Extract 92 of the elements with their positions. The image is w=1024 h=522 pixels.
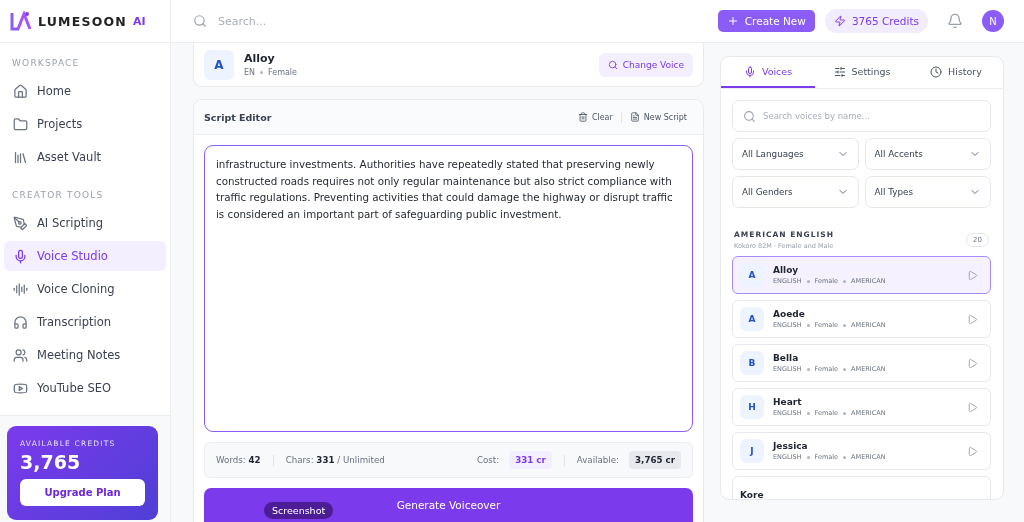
voice-gender: Female — [268, 68, 297, 77]
logo-icon — [10, 11, 32, 31]
voice-list-item[interactable]: Kore — [732, 476, 991, 499]
bell-icon — [947, 13, 963, 29]
brand-suffix: AI — [132, 14, 146, 28]
voice-avatar: H — [740, 395, 764, 419]
nav-item[interactable]: YouTube SEO — [4, 373, 166, 403]
search-icon — [743, 109, 756, 123]
separator-dot — [806, 411, 810, 415]
voice-language: EN — [244, 68, 256, 77]
microphone-icon — [743, 65, 756, 78]
editor-action[interactable]: Clear — [571, 112, 619, 122]
voice-name: Alloy — [244, 52, 276, 65]
create-button[interactable]: Create New — [717, 10, 815, 32]
play-icon — [967, 401, 978, 413]
voice-search-box[interactable]: Search voices by name... — [732, 100, 991, 132]
play-icon — [967, 269, 978, 281]
user-avatar[interactable]: N — [982, 10, 1004, 32]
video-play-icon — [13, 380, 28, 396]
plus-icon — [726, 15, 739, 27]
voice-avatar: J — [740, 439, 764, 463]
voice-avatar: A — [740, 263, 764, 287]
available-label: Available: — [576, 455, 620, 465]
credits-pill[interactable]: 3765 Credits — [824, 9, 928, 33]
separator-dot — [843, 279, 847, 283]
voice-name: Heart — [773, 397, 803, 407]
editor-title: Script Editor — [204, 111, 273, 123]
panel-tab[interactable]: Voices — [721, 57, 815, 88]
filter-dropdown[interactable]: All Accents — [864, 138, 991, 170]
tooltip: Screenshot — [264, 502, 334, 519]
books-icon — [13, 149, 28, 165]
play-icon — [967, 313, 978, 325]
voice-name: Alloy — [773, 265, 800, 275]
voice-avatar: A — [204, 49, 234, 80]
nav-item[interactable]: Asset Vault — [4, 142, 166, 172]
waveform-icon — [13, 281, 28, 297]
separator-dot — [843, 411, 847, 415]
editor-action[interactable]: New Script — [623, 112, 693, 122]
char-count: Chars: 331 / Unlimited — [285, 455, 385, 465]
nav-item[interactable]: AI Scripting — [4, 208, 166, 238]
document-icon — [629, 112, 640, 122]
headphones-icon — [13, 314, 28, 330]
play-icon — [967, 357, 978, 369]
panel-tab[interactable]: Settings — [815, 57, 909, 88]
sliders-icon — [833, 65, 846, 78]
section-title: WORKSPACE — [11, 57, 81, 70]
script-input-field[interactable]: infrastructure investments. Authorities have repeatedly stated that preserving newly constructed roads requires not only regular maintenance but also strict compliance with traffic regulations. Preventing activities that could damage the highway or disrupt traffic is considered an important part of safeguarding public investment. — [204, 145, 693, 432]
filter-dropdown[interactable]: All Types — [864, 176, 991, 208]
credits-amount: 3,765 — [20, 451, 82, 473]
word-count: Words: 42 — [216, 455, 261, 465]
filter-dropdown[interactable]: All Languages — [732, 138, 859, 170]
available-value: 3,765 cr — [629, 451, 681, 469]
lightning-icon — [833, 15, 846, 27]
voice-name: Jessica — [773, 441, 809, 451]
pen-icon — [13, 215, 28, 231]
nav-item[interactable]: Meeting Notes — [4, 340, 166, 370]
separator-dot — [806, 367, 810, 371]
voice-avatar: B — [740, 351, 764, 375]
separator-dot — [843, 455, 847, 459]
voice-name: Kore — [740, 490, 765, 499]
search-icon — [607, 59, 618, 70]
upgrade-button[interactable]: Upgrade Plan — [20, 479, 145, 506]
nav-item[interactable]: Projects — [4, 109, 166, 139]
voice-avatar: A — [740, 307, 764, 331]
separator-dot — [806, 323, 810, 327]
separator-dot — [843, 367, 847, 371]
trash-icon — [577, 112, 588, 122]
separator-dot — [843, 323, 847, 327]
change-voice-button[interactable]: Change Voice — [598, 52, 693, 77]
search-icon — [193, 14, 207, 28]
home-icon — [13, 83, 28, 99]
microphone-icon — [13, 248, 28, 264]
clock-icon — [930, 65, 943, 78]
separator-dot — [806, 279, 810, 283]
voice-name: Bella — [773, 353, 800, 363]
folder-icon — [13, 116, 28, 132]
separator-dot — [260, 71, 264, 74]
cost-label: Cost: — [476, 455, 500, 465]
users-icon — [13, 347, 28, 363]
voice-search-field[interactable]: Search voices by name... — [763, 107, 980, 125]
nav-item[interactable]: Home — [4, 76, 166, 106]
cost-value: 331 cr — [509, 451, 552, 469]
brand-name: LUMESOON — [38, 13, 127, 29]
nav-item[interactable]: Voice Cloning — [4, 274, 166, 304]
nav-item[interactable]: Transcription — [4, 307, 166, 337]
filter-dropdown[interactable]: All Genders — [732, 176, 859, 208]
panel-tab[interactable]: History — [909, 57, 1003, 88]
play-icon — [967, 445, 978, 457]
voice-name: Aoede — [773, 309, 806, 319]
separator-dot — [806, 455, 810, 459]
section-title: CREATOR TOOLS — [11, 189, 105, 202]
nav-item[interactable]: Voice Studio — [4, 241, 166, 271]
